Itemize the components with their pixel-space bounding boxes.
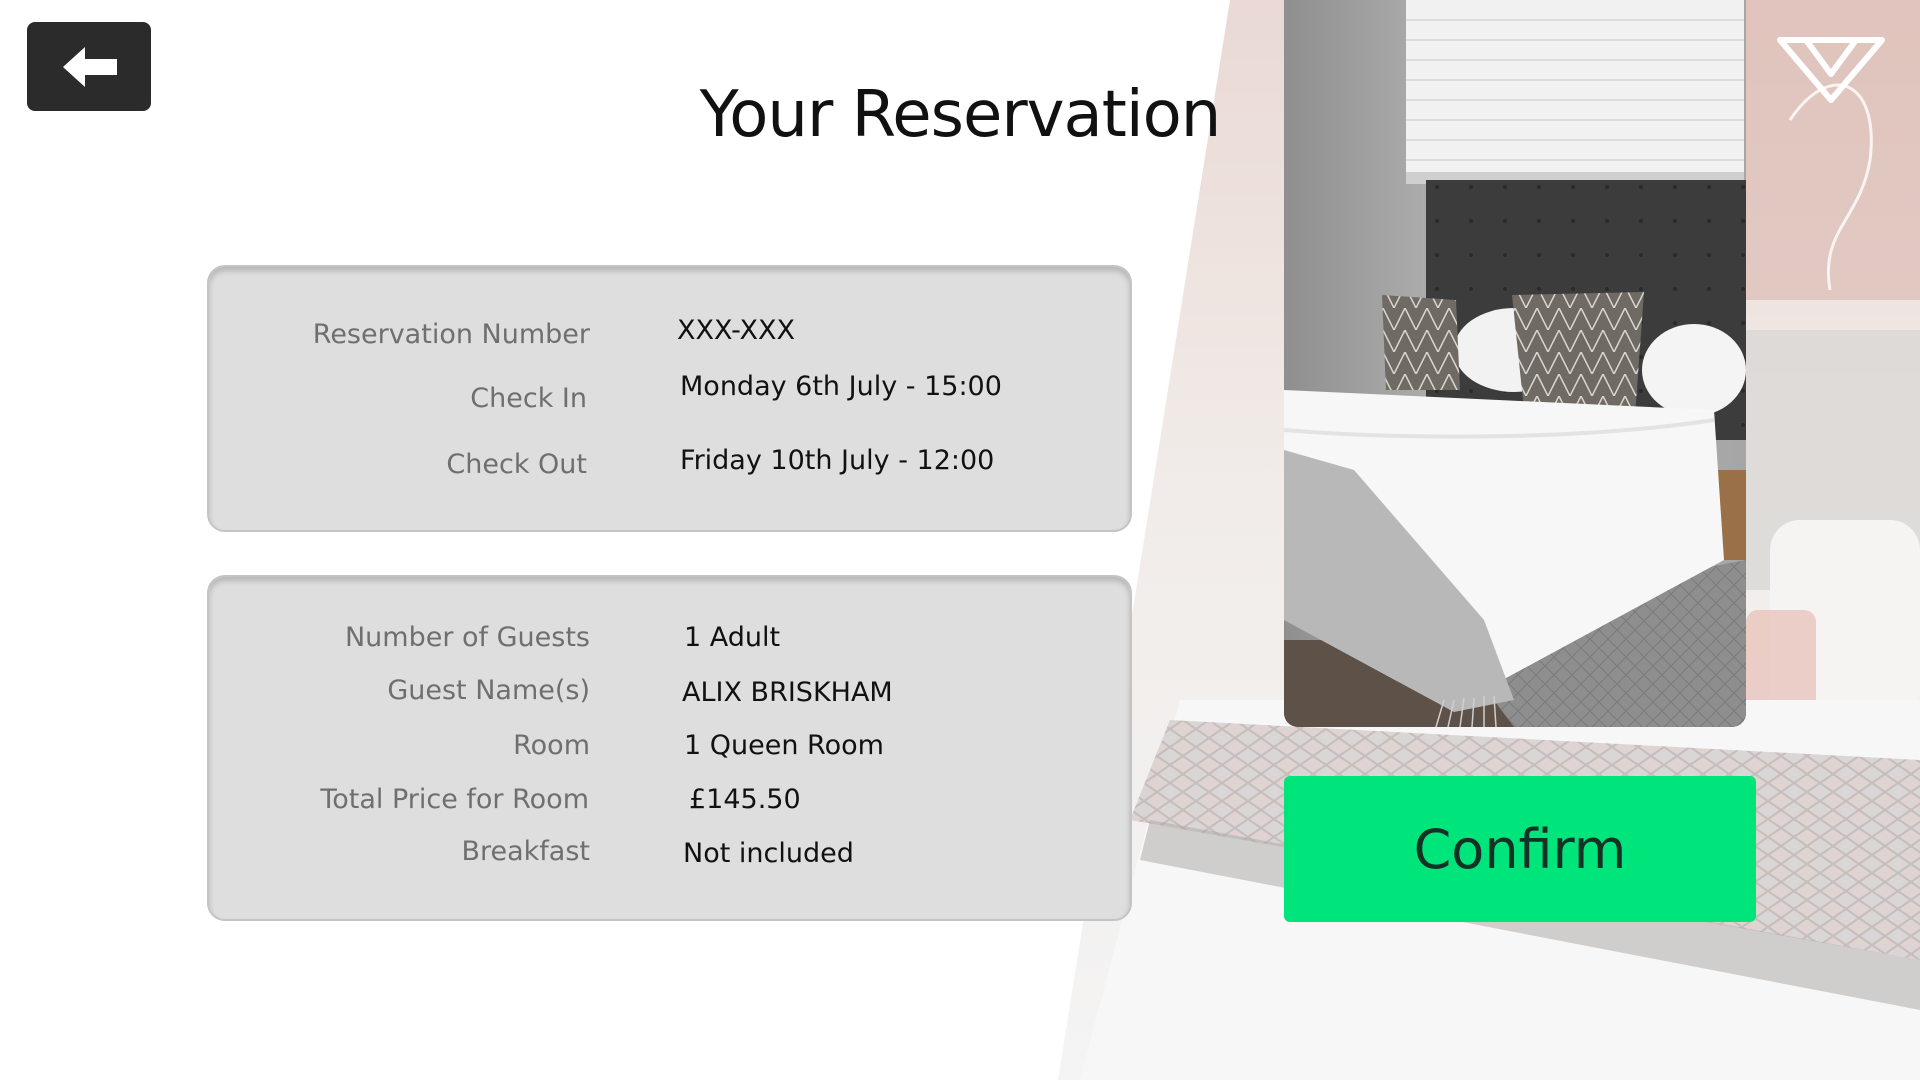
brand-logo-icon xyxy=(1777,37,1885,103)
total-price-label: Total Price for Room xyxy=(320,784,589,815)
number-of-guests-value: 1 Adult xyxy=(684,622,781,653)
room-row: Room 1 Queen Room xyxy=(209,730,1130,770)
guest-details-card: Number of Guests 1 Adult Guest Name(s) A… xyxy=(207,575,1132,921)
total-price-value: £145.50 xyxy=(689,784,801,815)
check-in-value: Monday 6th July - 15:00 xyxy=(680,371,1002,402)
reservation-number-value: XXX-XXX xyxy=(677,315,796,346)
number-of-guests-label: Number of Guests xyxy=(344,622,590,653)
hotel-room-illustration xyxy=(1284,0,1746,727)
confirm-button[interactable]: Confirm xyxy=(1284,776,1756,922)
guest-names-value: ALIX BRISKHAM xyxy=(682,677,893,708)
hotel-room-photo xyxy=(1284,0,1746,727)
guest-names-label: Guest Name(s) xyxy=(387,675,590,706)
arrow-left-icon xyxy=(63,46,117,87)
check-in-label: Check In xyxy=(470,383,587,414)
room-label: Room xyxy=(513,730,590,761)
back-button[interactable] xyxy=(27,22,151,111)
breakfast-row: Breakfast Not included xyxy=(209,836,1130,876)
guests-row: Number of Guests 1 Adult xyxy=(209,622,1130,662)
breakfast-label: Breakfast xyxy=(461,836,590,867)
guest-names-row: Guest Name(s) ALIX BRISKHAM xyxy=(209,675,1130,715)
reservation-number-label: Reservation Number xyxy=(312,319,590,350)
reservation-number-row: Reservation Number XXX-XXX xyxy=(209,315,1130,355)
check-out-label: Check Out xyxy=(446,449,587,480)
check-out-value: Friday 10th July - 12:00 xyxy=(680,445,995,476)
page-title: Your Reservation xyxy=(699,78,1222,152)
reservation-screen: Your Reservation Reservation Number XXX-… xyxy=(0,0,1920,1080)
check-out-row: Check Out Friday 10th July - 12:00 xyxy=(209,443,1130,483)
room-value: 1 Queen Room xyxy=(684,730,884,761)
breakfast-value: Not included xyxy=(683,838,854,869)
reservation-summary-card: Reservation Number XXX-XXX Check In Mond… xyxy=(207,265,1132,532)
total-price-row: Total Price for Room £145.50 xyxy=(209,784,1130,824)
check-in-row: Check In Monday 6th July - 15:00 xyxy=(209,371,1130,417)
